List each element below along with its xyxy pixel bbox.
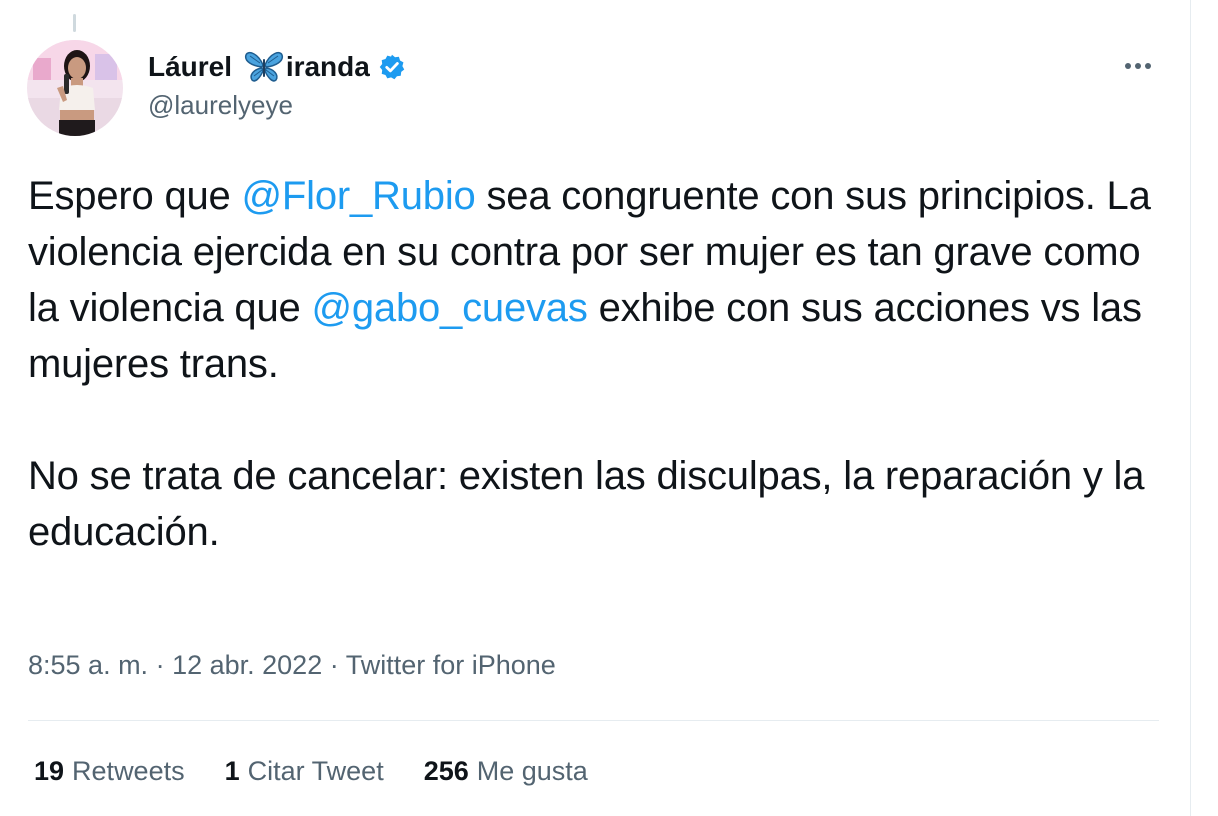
avatar[interactable] bbox=[27, 40, 123, 136]
column-border bbox=[1190, 0, 1191, 816]
more-options-button[interactable] bbox=[1118, 50, 1158, 82]
quote-tweets-stat[interactable]: 1 Citar Tweet bbox=[225, 756, 384, 787]
quote-tweets-count: 1 bbox=[224, 756, 240, 786]
tweet-text: Espero que @Flor_Rubio sea congruente co… bbox=[28, 168, 1178, 560]
tweet-source[interactable]: Twitter for iPhone bbox=[346, 650, 556, 680]
retweets-label: Retweets bbox=[72, 756, 185, 786]
author-name-first[interactable]: Láurel bbox=[148, 51, 240, 83]
verified-badge-icon bbox=[379, 54, 405, 80]
meta-separator: · bbox=[322, 650, 346, 680]
likes-count: 256 bbox=[423, 756, 469, 786]
tweet-date[interactable]: 12 abr. 2022 bbox=[172, 650, 322, 680]
more-icon bbox=[1125, 63, 1151, 69]
meta-separator: · bbox=[148, 650, 173, 680]
tweet-metadata: 8:55 a. m. · 12 abr. 2022 · Twitter for … bbox=[28, 650, 556, 681]
mention-link-flor-rubio[interactable]: @Flor_Rubio bbox=[242, 174, 476, 218]
divider bbox=[28, 720, 1159, 721]
quote-tweets-label: Citar Tweet bbox=[247, 756, 384, 786]
retweets-stat[interactable]: 19 Retweets bbox=[34, 756, 185, 787]
tweet-paragraph-2: No se trata de cancelar: existen las dis… bbox=[28, 454, 1145, 554]
tweet-text-segment: Espero que bbox=[28, 174, 242, 218]
avatar-image bbox=[27, 40, 123, 136]
likes-stat[interactable]: 256 Me gusta bbox=[424, 756, 588, 787]
likes-label: Me gusta bbox=[476, 756, 588, 786]
author-name[interactable]: Láurel iranda bbox=[148, 47, 406, 87]
butterfly-icon bbox=[244, 52, 283, 82]
author-handle[interactable]: @laurelyeye bbox=[148, 90, 293, 121]
engagement-stats: 19 Retweets 1 Citar Tweet 256 Me gusta bbox=[34, 756, 628, 787]
tweet-paragraph-1: Espero que @Flor_Rubio sea congruente co… bbox=[28, 168, 1178, 392]
tweet-time[interactable]: 8:55 a. m. bbox=[28, 650, 148, 680]
thread-connector-line bbox=[73, 14, 76, 32]
author-name-last[interactable]: iranda bbox=[286, 51, 370, 83]
mention-link-gabo-cuevas[interactable]: @gabo_cuevas bbox=[311, 286, 587, 330]
retweets-count: 19 bbox=[34, 756, 65, 786]
